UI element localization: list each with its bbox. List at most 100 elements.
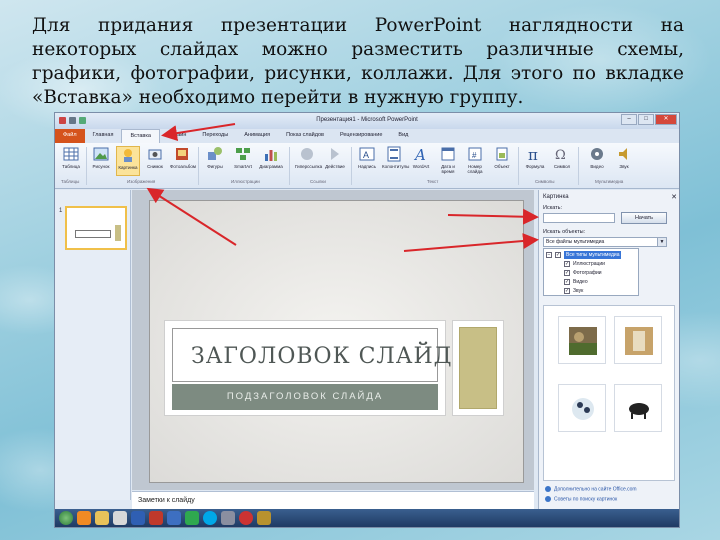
symbol-button[interactable]: Ω Символ — [550, 146, 574, 176]
clipart-item-landscape[interactable] — [558, 316, 606, 364]
clipart-item-interior[interactable] — [614, 316, 662, 364]
hyperlink-icon — [301, 148, 313, 160]
table-button[interactable]: Таблица — [59, 146, 83, 176]
hyperlink-button[interactable]: Гиперссылка — [295, 146, 322, 176]
symbol-button-label: Символ — [553, 164, 571, 169]
formula-icon: π — [528, 146, 538, 162]
checkbox-photos[interactable]: ✓ — [564, 270, 570, 276]
minimize-button[interactable]: – — [621, 114, 637, 125]
svg-text:#: # — [472, 151, 477, 160]
slide-subtitle-placeholder[interactable]: ПОДЗАГОЛОВОК СЛАЙДА — [172, 384, 438, 410]
photo-album-icon — [176, 148, 188, 160]
tree-item-label: Все типы мультимедиа — [564, 251, 622, 259]
action-button[interactable]: Действие — [323, 146, 347, 176]
firefox-icon[interactable] — [77, 511, 91, 525]
collapse-toggle[interactable]: − — [546, 252, 552, 258]
clipart-item-dancers[interactable] — [558, 384, 606, 432]
windows-taskbar — [55, 509, 679, 527]
app-icon[interactable] — [221, 511, 235, 525]
start-button-icon[interactable] — [59, 511, 73, 525]
utorrent-icon[interactable] — [185, 511, 199, 525]
tab-slide-show[interactable]: Показ слайдов — [278, 129, 332, 143]
group-label-media: Мультимедиа — [595, 179, 624, 184]
wordart-button[interactable]: A WordArt — [409, 146, 433, 176]
slide-title-placeholder[interactable]: ЗАГОЛОВОК СЛАЙДА — [172, 328, 469, 382]
formula-button-label: Формула — [525, 164, 545, 169]
photo-album-button[interactable]: Фотоальбом — [170, 146, 196, 176]
link-search-tips[interactable]: Советы по поиску картинок — [545, 496, 617, 502]
tab-transitions[interactable]: Переходы — [194, 129, 236, 143]
maximize-button[interactable]: □ — [638, 114, 654, 125]
opera-icon[interactable] — [239, 511, 253, 525]
textbox-button-label: Надпись — [358, 164, 376, 169]
network-icon[interactable] — [167, 511, 181, 525]
tool-icon[interactable] — [257, 511, 271, 525]
chevron-down-icon[interactable]: ▼ — [657, 238, 666, 246]
link-search-tips-label: Советы по поиску картинок — [554, 496, 618, 503]
clipart-item-cow[interactable] — [614, 384, 662, 432]
tab-view[interactable]: Вид — [390, 129, 416, 143]
objects-label: Искать объекты: — [543, 229, 586, 235]
close-button[interactable]: ✕ — [655, 114, 677, 125]
group-separator — [518, 147, 519, 185]
objects-select[interactable]: Все файлы мультимедиа ▼ — [543, 237, 667, 247]
tree-item-video[interactable]: ✓ Видео — [544, 278, 638, 286]
chart-button[interactable]: Диаграмма — [259, 146, 283, 176]
link-office-com[interactable]: Дополнительно на сайте Office.com — [545, 486, 637, 492]
skype-icon[interactable] — [203, 511, 217, 525]
tab-design[interactable]: Дизайн — [160, 129, 195, 143]
tree-item-illustrations[interactable]: ✓ Иллюстрации — [544, 260, 638, 268]
tree-item-label: Видео — [573, 279, 588, 285]
tab-animations[interactable]: Анимация — [236, 129, 278, 143]
textbox-button[interactable]: A Надпись — [355, 146, 379, 176]
shapes-button[interactable]: Фигуры — [203, 146, 227, 176]
video-button[interactable]: Видео — [585, 146, 609, 176]
checkbox-all[interactable]: ✓ — [555, 252, 561, 258]
clipart-button[interactable]: Картинка — [116, 146, 140, 176]
group-label-links: Ссылки — [310, 179, 326, 184]
tab-insert[interactable]: Вставка — [121, 129, 160, 143]
ribbon-tabs: Файл Главная Вставка Дизайн Переходы Ани… — [55, 129, 679, 143]
wordart-button-label: WordArt — [412, 164, 430, 169]
svg-text:A: A — [363, 150, 369, 160]
smartart-button[interactable]: SmartArt — [231, 146, 255, 176]
picture-button[interactable]: Рисунок — [89, 146, 113, 176]
tab-home[interactable]: Главная — [85, 129, 122, 143]
date-time-button[interactable]: Дата и время — [436, 146, 460, 176]
office-icon — [545, 486, 551, 492]
table-button-label: Таблица — [62, 164, 80, 169]
checkbox-illustrations[interactable]: ✓ — [564, 261, 570, 267]
header-footer-button[interactable]: Колонтитулы — [382, 146, 409, 176]
pane-close-icon[interactable]: ✕ — [671, 193, 677, 201]
ribbon: Таблица Рисунок Картинка Снимок Фотоальб… — [55, 143, 679, 189]
screenshot-button[interactable]: Снимок — [143, 146, 167, 176]
checkbox-video[interactable]: ✓ — [564, 279, 570, 285]
thumbnail-number: 1 — [59, 208, 63, 214]
help-icon — [545, 496, 551, 502]
word-icon[interactable] — [131, 511, 145, 525]
tab-review[interactable]: Рецензирование — [332, 129, 390, 143]
tree-item-all[interactable]: − ✓ Все типы мультимедиа — [544, 251, 638, 259]
shapes-icon — [208, 147, 222, 160]
screenshot-button-label: Снимок — [147, 164, 163, 169]
object-button[interactable]: Объект — [490, 146, 514, 176]
slide-number-button[interactable]: # Номер слайда — [463, 146, 487, 176]
go-button[interactable]: Начать — [621, 212, 667, 224]
folder-icon[interactable] — [95, 511, 109, 525]
tree-item-label: Звук — [573, 288, 584, 294]
checkbox-audio[interactable]: ✓ — [564, 288, 570, 294]
slide-editing-area: ЗАГОЛОВОК СЛАЙДА ПОДЗАГОЛОВОК СЛАЙДА — [132, 190, 534, 490]
svg-text:π: π — [528, 146, 538, 162]
tree-item-photos[interactable]: ✓ Фотографии — [544, 269, 638, 277]
cow-clipart-icon — [629, 403, 649, 419]
slide-thumbnail[interactable] — [65, 206, 127, 250]
slide[interactable]: ЗАГОЛОВОК СЛАЙДА ПОДЗАГОЛОВОК СЛАЙДА — [149, 200, 524, 483]
tab-file[interactable]: Файл — [55, 129, 85, 143]
powerpoint-icon[interactable] — [149, 511, 163, 525]
formula-button[interactable]: π Формула — [523, 146, 547, 176]
tree-item-audio[interactable]: ✓ Звук — [544, 287, 638, 295]
document-icon[interactable] — [113, 511, 127, 525]
search-input[interactable] — [543, 213, 615, 223]
audio-button[interactable]: Звук — [612, 146, 636, 176]
objects-select-value: Все файлы мультимедиа — [546, 239, 605, 245]
